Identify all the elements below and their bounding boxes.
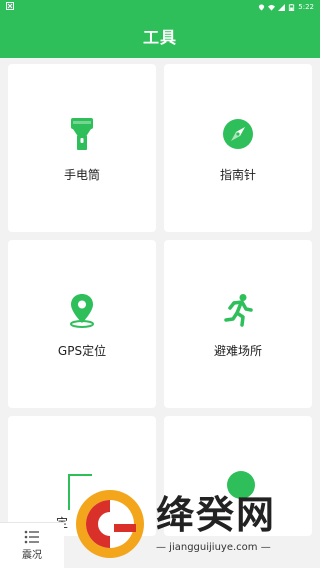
tool-card-partial-left[interactable]: 定 (8, 416, 156, 536)
status-bar: 5:22 (0, 0, 320, 14)
bottom-nav-label: 震况 (22, 550, 42, 561)
status-time: 5:22 (298, 3, 314, 11)
watermark-url: — jiangguijiuye.com — (156, 542, 271, 553)
flashlight-icon (64, 116, 100, 152)
tool-card-compass[interactable]: 指南针 (164, 64, 312, 232)
compass-icon (220, 116, 256, 152)
running-person-icon (220, 292, 256, 328)
bottom-nav-earthquake[interactable]: 震况 (0, 522, 64, 568)
partial-icon (227, 471, 255, 499)
signal-icon (278, 3, 286, 11)
location-icon (259, 3, 265, 11)
wifi-icon (268, 4, 276, 11)
tool-label: 指南针 (219, 168, 256, 182)
location-pin-icon (64, 292, 100, 328)
page-title: 工具 (142, 28, 177, 47)
frame-icon (68, 474, 92, 510)
tool-label: 避难场所 (213, 344, 262, 358)
battery-icon (289, 3, 295, 11)
x-badge-icon (6, 2, 14, 13)
tool-card-partial-right[interactable] (164, 416, 312, 536)
tool-label: 手电筒 (63, 168, 100, 182)
tool-card-flashlight[interactable]: 手电筒 (8, 64, 156, 232)
tool-card-gps[interactable]: GPS定位 (8, 240, 156, 408)
list-icon (24, 530, 39, 544)
tool-card-shelter[interactable]: 避难场所 (164, 240, 312, 408)
tool-label: GPS定位 (57, 344, 107, 358)
app-bar: 工具 (0, 14, 320, 58)
